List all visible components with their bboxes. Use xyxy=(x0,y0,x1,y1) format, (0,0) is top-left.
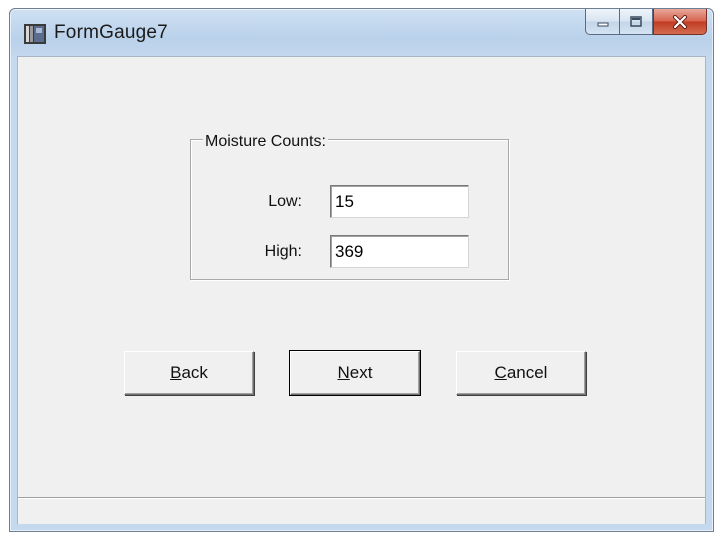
maximize-icon xyxy=(630,15,642,27)
caption-buttons xyxy=(585,9,707,37)
high-input[interactable] xyxy=(330,235,469,268)
close-button[interactable] xyxy=(653,9,707,35)
window-title: FormGauge7 xyxy=(54,22,168,43)
groupbox-legend: Moisture Counts: xyxy=(203,133,328,151)
next-button[interactable]: Next xyxy=(289,350,421,396)
next-accel: N xyxy=(337,363,350,382)
back-button[interactable]: Back xyxy=(124,351,254,395)
low-input[interactable] xyxy=(330,185,469,218)
maximize-button[interactable] xyxy=(619,9,653,35)
low-label: Low: xyxy=(268,193,302,210)
cancel-label-rest: ancel xyxy=(506,363,548,382)
back-accel: B xyxy=(170,363,182,382)
app-icon xyxy=(24,24,46,44)
minimize-icon xyxy=(597,22,608,26)
close-icon xyxy=(673,14,687,29)
client-area: Moisture Counts: Low: High: Back Next Ca… xyxy=(17,56,706,524)
cancel-accel: C xyxy=(494,363,507,382)
next-label-rest: ext xyxy=(349,363,373,382)
app-window: FormGauge7 Moisture Counts: Low: 15 High… xyxy=(9,8,714,532)
cancel-button[interactable]: Cancel xyxy=(456,351,586,395)
high-label: High: xyxy=(264,243,302,260)
back-label-rest: ack xyxy=(181,363,208,382)
minimize-button[interactable] xyxy=(585,9,619,35)
status-bar xyxy=(18,497,705,524)
title-bar[interactable]: FormGauge7 xyxy=(10,9,713,56)
